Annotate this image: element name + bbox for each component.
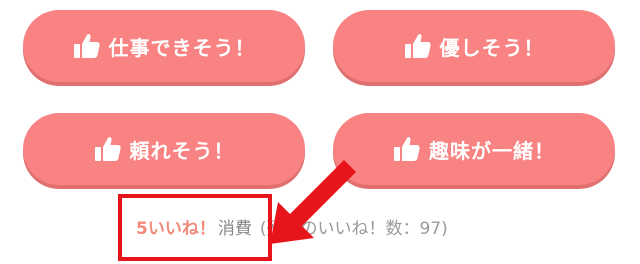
like-reason-label: 頼れそう！ <box>129 138 235 163</box>
thumbs-up-icon <box>73 33 101 59</box>
like-reason-label: 優しそう！ <box>439 35 545 60</box>
red-arrow-annotation <box>252 150 362 250</box>
thumbs-up-icon <box>404 33 432 59</box>
like-reason-label: 趣味が一緒！ <box>429 138 555 163</box>
like-reason-panel: 仕事できそう！ 優しそう！ 頼れそう！ 趣味が一緒！ 5いいね！ 消費 (残りの… <box>0 0 640 264</box>
highlight-annotation-box <box>118 194 272 261</box>
like-reason-button-hobby[interactable]: 趣味が一緒！ <box>333 113 615 185</box>
thumbs-up-icon <box>94 136 122 162</box>
like-reason-button-work[interactable]: 仕事できそう！ <box>23 10 305 82</box>
like-reason-button-kind[interactable]: 優しそう！ <box>333 10 615 82</box>
like-reason-label: 仕事できそう！ <box>108 35 256 60</box>
thumbs-up-icon <box>393 136 421 162</box>
